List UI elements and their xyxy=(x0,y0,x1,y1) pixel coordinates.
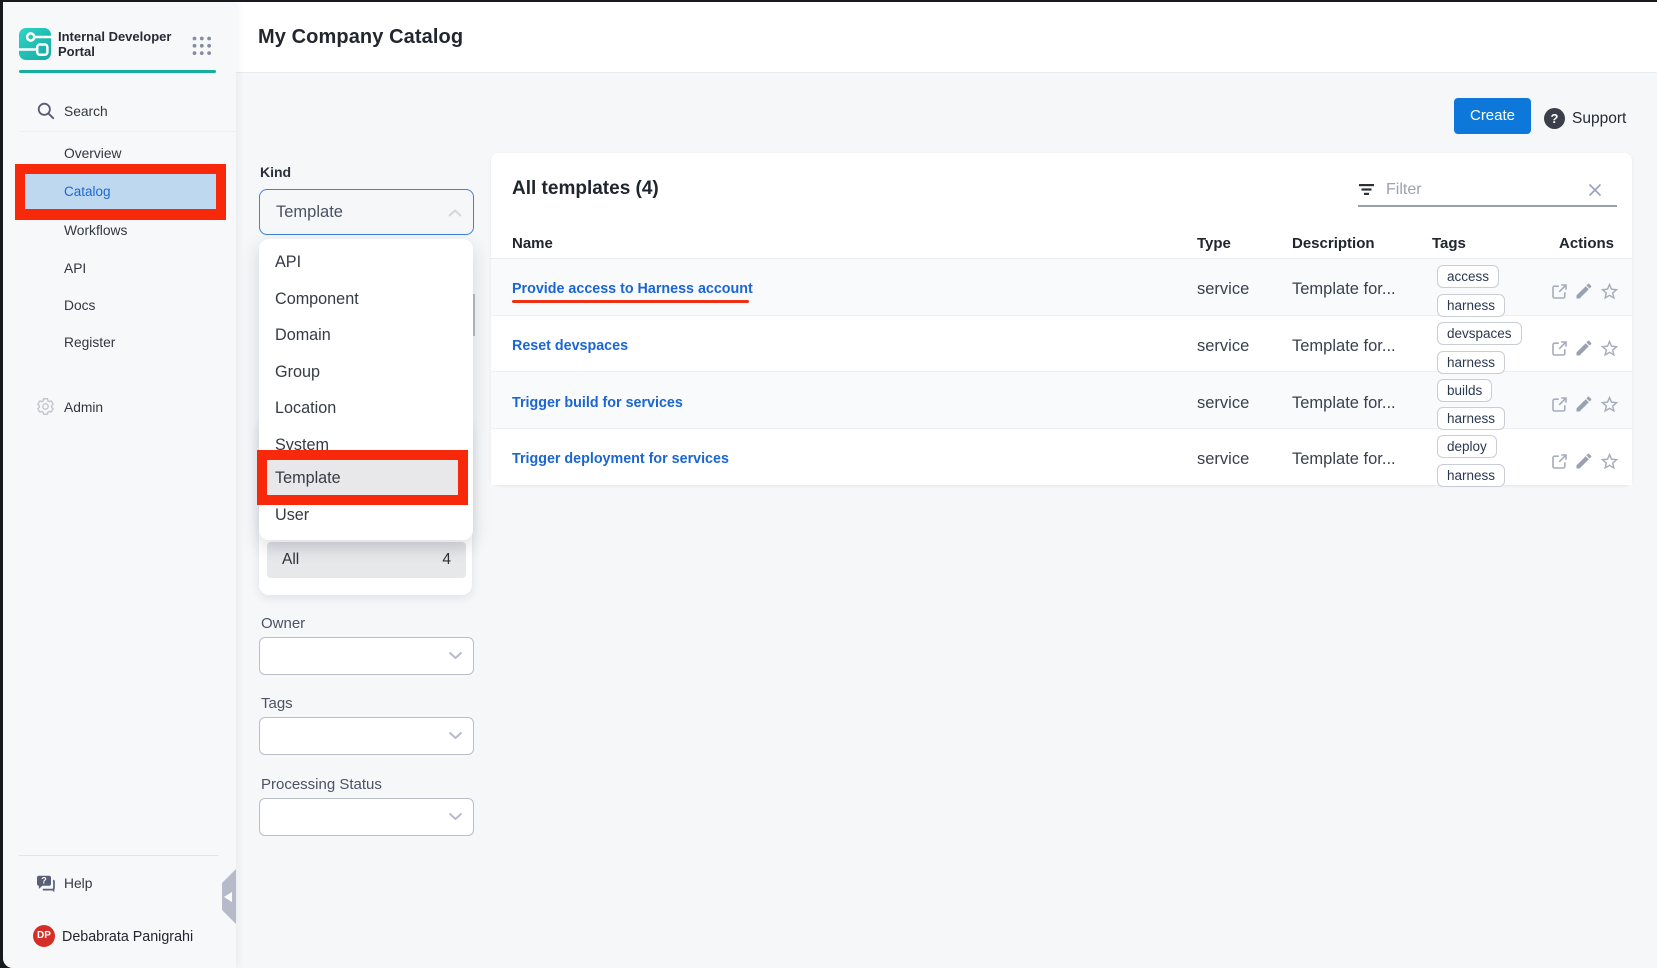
svg-text:?: ? xyxy=(41,876,47,886)
